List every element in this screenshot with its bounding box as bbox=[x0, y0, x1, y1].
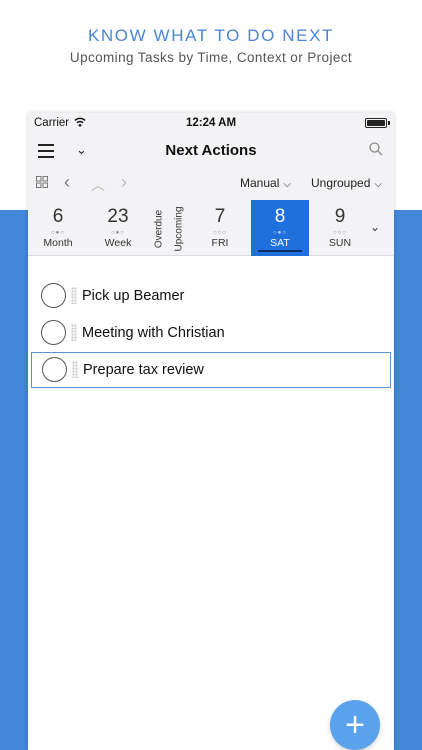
drag-handle-icon[interactable] bbox=[71, 287, 77, 304]
day-number: 23 bbox=[107, 206, 129, 227]
day-number: 7 bbox=[214, 206, 226, 227]
day-label: SAT bbox=[270, 237, 290, 249]
expand-chevron-icon[interactable]: ⌄ bbox=[370, 220, 380, 234]
day-strip: 6 ○●○ Month 23 ○●○ Week Overdue Upcoming… bbox=[28, 200, 394, 256]
group-dropdown[interactable]: Ungrouped ⌵ bbox=[311, 176, 382, 190]
day-tab-month[interactable]: 6 ○●○ Month bbox=[29, 200, 87, 256]
promo-headline: KNOW WHAT TO DO NEXT bbox=[87, 26, 335, 45]
chevron-down-icon: ⌵ bbox=[374, 179, 382, 190]
promo-subheadline: Upcoming Tasks by Time, Context or Proje… bbox=[69, 50, 353, 65]
tab-overdue[interactable]: Overdue bbox=[150, 206, 168, 252]
tab-overdue-label: Overdue bbox=[153, 209, 165, 249]
day-tab-week[interactable]: 23 ○●○ Week bbox=[89, 200, 147, 256]
task-row[interactable]: Meeting with Christian bbox=[31, 316, 391, 352]
day-dots: ○●○ bbox=[111, 230, 125, 236]
battery-icon bbox=[365, 118, 387, 128]
day-tab-sun[interactable]: 9 ○○○ SUN bbox=[311, 200, 369, 256]
page-title: Next Actions bbox=[165, 142, 257, 159]
day-tab-sat[interactable]: 8 ○●○ SAT bbox=[251, 200, 309, 256]
day-label: SUN bbox=[328, 237, 352, 249]
phone-screen: Carrier 12:24 AM ⌄ Next Actions ‹ ︿ › Ma… bbox=[28, 113, 394, 750]
status-time: 12:24 AM bbox=[185, 117, 237, 129]
day-label: Week bbox=[104, 237, 132, 249]
add-task-button[interactable]: + bbox=[330, 700, 380, 750]
status-bar: Carrier 12:24 AM bbox=[28, 113, 394, 135]
day-number: 9 bbox=[334, 206, 346, 227]
task-row-selected[interactable]: Prepare tax review bbox=[31, 352, 391, 388]
top-bar: Carrier 12:24 AM ⌄ Next Actions ‹ ︿ › Ma… bbox=[28, 113, 394, 256]
drag-handle-icon[interactable] bbox=[72, 361, 78, 378]
day-label: FRI bbox=[211, 237, 229, 249]
day-dots: ○○○ bbox=[213, 230, 227, 236]
sort-dropdown[interactable]: Manual ⌵ bbox=[240, 176, 291, 190]
chevron-left-icon[interactable]: ‹ bbox=[64, 172, 70, 193]
day-number: 6 bbox=[52, 206, 64, 227]
day-tab-fri[interactable]: 7 ○○○ FRI bbox=[191, 200, 249, 256]
task-checkbox[interactable] bbox=[41, 320, 66, 345]
grid-icon[interactable] bbox=[36, 176, 48, 188]
chevron-right-icon[interactable]: › bbox=[121, 172, 127, 193]
task-title: Meeting with Christian bbox=[82, 325, 225, 341]
plus-icon: + bbox=[345, 706, 365, 744]
chevron-down-icon: ⌵ bbox=[283, 179, 291, 190]
task-checkbox[interactable] bbox=[42, 357, 67, 382]
day-dots: ○●○ bbox=[51, 230, 65, 236]
day-number: 8 bbox=[274, 206, 286, 227]
battery-tip bbox=[388, 121, 390, 125]
task-title: Prepare tax review bbox=[83, 362, 204, 378]
sort-dropdown-label: Manual bbox=[240, 176, 280, 190]
tab-upcoming[interactable]: Upcoming bbox=[170, 206, 188, 252]
day-label: Month bbox=[43, 237, 73, 249]
day-dots: ○●○ bbox=[273, 230, 287, 236]
group-dropdown-label: Ungrouped bbox=[311, 176, 371, 190]
drag-handle-icon[interactable] bbox=[71, 324, 77, 341]
task-title: Pick up Beamer bbox=[82, 288, 185, 304]
search-icon[interactable] bbox=[369, 142, 383, 156]
selected-underline bbox=[258, 250, 302, 252]
task-row[interactable]: Pick up Beamer bbox=[31, 279, 391, 315]
chevron-up-icon[interactable]: ︿ bbox=[91, 175, 105, 195]
day-dots: ○○○ bbox=[333, 230, 347, 236]
tab-upcoming-label: Upcoming bbox=[173, 206, 185, 252]
task-checkbox[interactable] bbox=[41, 283, 66, 308]
